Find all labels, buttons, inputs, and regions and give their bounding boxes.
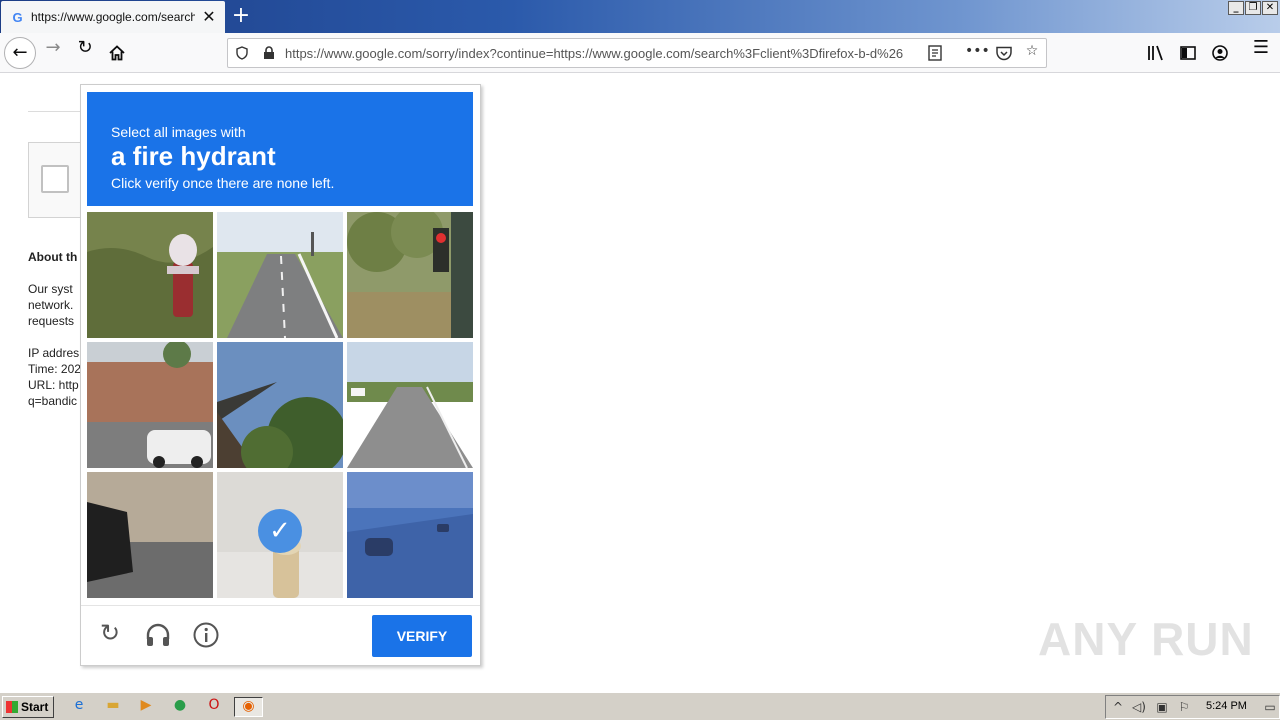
action-center-flag-icon[interactable]: ⚐ <box>1176 699 1192 715</box>
captcha-tile[interactable] <box>217 212 343 338</box>
recaptcha-checkbox[interactable] <box>41 165 69 193</box>
reload-button[interactable]: ↻ <box>69 37 101 69</box>
page-text-line: requests <box>28 314 75 328</box>
window-controls: _ ❐ ✕ <box>1228 1 1278 15</box>
library-button[interactable] <box>1140 37 1172 69</box>
traffic-light-image <box>347 212 473 338</box>
info-icon <box>193 622 219 648</box>
system-tray: ^ ◁) ▣ ⚐ 5:24 PM ▭ <box>1105 695 1280 719</box>
windows-taskbar: Start e ▬ ▶ ● O ◉ ^ ◁) ▣ ⚐ 5:24 PM ▭ <box>0 692 1280 720</box>
captcha-tile[interactable] <box>347 212 473 338</box>
building-car-image <box>87 342 213 468</box>
reader-view-icon[interactable] <box>925 43 945 63</box>
anyrun-watermark: ANY RUN <box>1038 613 1254 665</box>
captcha-tile-selected[interactable]: ✓ <box>217 472 343 598</box>
sidebar-icon <box>1180 46 1196 60</box>
restore-button[interactable]: ❐ <box>1245 1 1261 15</box>
internet-explorer-icon[interactable]: e <box>68 697 90 717</box>
road-palms-image <box>347 342 473 468</box>
road-image <box>217 212 343 338</box>
ip-address-line: IP addres <box>28 346 80 360</box>
firefox-icon: ◉ <box>242 698 255 714</box>
page-divider <box>28 111 88 112</box>
captcha-footer-divider <box>81 605 480 606</box>
captcha-tile[interactable] <box>217 342 343 468</box>
show-hidden-icons-icon[interactable]: ^ <box>1110 699 1126 715</box>
file-explorer-icon[interactable]: ▬ <box>102 697 124 717</box>
reload-icon: ↻ <box>77 37 93 58</box>
arrow-left-icon: ← <box>12 42 28 63</box>
network-icon[interactable]: ▣ <box>1154 699 1170 715</box>
page-text-line: Our syst <box>28 282 73 296</box>
captcha-tile[interactable] <box>347 342 473 468</box>
fire-hydrant-image <box>87 212 213 338</box>
show-desktop-icon[interactable]: ▭ <box>1262 699 1278 715</box>
new-tab-button[interactable]: + <box>229 4 253 28</box>
menu-button[interactable]: ☰ <box>1245 37 1277 69</box>
minimize-button[interactable]: _ <box>1228 1 1244 15</box>
captcha-tile[interactable] <box>87 342 213 468</box>
audio-challenge-button[interactable] <box>142 619 174 651</box>
captcha-tile[interactable] <box>347 472 473 598</box>
firefox-taskbar-button[interactable]: ◉ <box>234 697 263 717</box>
sidebar-button[interactable] <box>1172 37 1204 69</box>
hamburger-menu-icon: ☰ <box>1252 37 1270 58</box>
captcha-target: a fire hydrant <box>111 141 276 171</box>
windows-logo-icon <box>6 701 18 713</box>
close-window-button[interactable]: ✕ <box>1262 1 1278 15</box>
browser-tab-bar: G https://www.google.com/search?c ✕ + _ … <box>0 0 1280 33</box>
recaptcha-anchor-box <box>28 142 88 218</box>
info-button[interactable] <box>190 619 222 651</box>
reload-challenge-button[interactable]: ↻ <box>94 619 126 651</box>
account-button[interactable] <box>1204 37 1236 69</box>
close-tab-icon[interactable]: ✕ <box>200 7 218 27</box>
captcha-instruction: Select all images with <box>111 124 246 140</box>
checkmark-icon: ✓ <box>258 509 302 553</box>
bookmark-star-icon[interactable]: ☆ <box>1022 43 1042 63</box>
chrome-icon[interactable]: ● <box>169 697 191 717</box>
clock[interactable]: 5:24 PM <box>1206 700 1247 712</box>
more-actions-icon[interactable]: ••• <box>965 43 990 63</box>
time-line: Time: 202 <box>28 362 81 376</box>
browser-tab[interactable]: G https://www.google.com/search?c ✕ <box>1 1 225 33</box>
start-button[interactable]: Start <box>2 696 54 718</box>
pocket-icon[interactable] <box>994 43 1014 63</box>
opera-icon[interactable]: O <box>203 697 225 717</box>
url-line: URL: http <box>28 378 79 392</box>
query-line: q=bandic <box>28 394 78 408</box>
highway-image <box>347 472 473 598</box>
captcha-tile[interactable] <box>87 472 213 598</box>
library-icon <box>1148 45 1163 61</box>
media-player-icon[interactable]: ▶ <box>135 697 157 717</box>
home-button[interactable] <box>101 37 133 69</box>
captcha-challenge: Select all images with a fire hydrant Cl… <box>80 84 481 666</box>
google-favicon-icon: G <box>12 10 23 25</box>
verify-button[interactable]: VERIFY <box>372 615 472 657</box>
volume-icon[interactable]: ◁) <box>1131 699 1147 715</box>
url-bar[interactable]: https://www.google.com/sorry/index?conti… <box>227 38 1047 68</box>
about-heading: About th <box>28 250 78 264</box>
back-button[interactable]: ← <box>4 37 36 69</box>
bridge-trees-image <box>217 342 343 468</box>
tab-title: https://www.google.com/search?c <box>31 10 195 24</box>
reload-icon: ↻ <box>99 619 121 647</box>
captcha-header: Select all images with a fire hydrant Cl… <box>87 92 473 206</box>
arrow-right-icon: → <box>45 37 61 58</box>
url-text: https://www.google.com/sorry/index?conti… <box>285 46 904 61</box>
page-text-line: network. <box>28 298 74 312</box>
forward-button[interactable]: → <box>37 37 69 69</box>
lock-icon[interactable] <box>259 43 279 63</box>
motorcycle-image <box>87 472 213 598</box>
home-icon <box>109 45 125 61</box>
headphones-icon <box>146 623 170 646</box>
captcha-hint: Click verify once there are none left. <box>111 175 335 191</box>
shield-icon[interactable] <box>232 43 252 63</box>
start-label: Start <box>21 700 49 714</box>
account-icon <box>1212 45 1228 61</box>
captcha-tile[interactable] <box>87 212 213 338</box>
navigation-bar: ← → ↻ https://www.google.com/sorry/index… <box>0 33 1280 73</box>
